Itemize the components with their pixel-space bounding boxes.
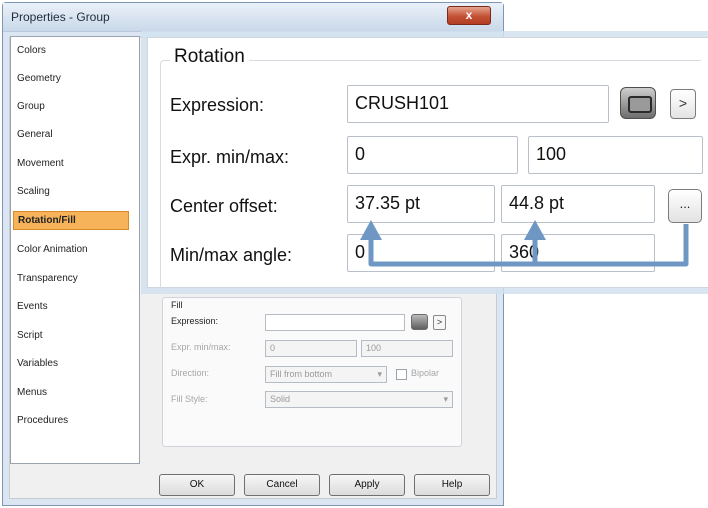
category-item-movement[interactable]: Movement xyxy=(17,158,64,169)
rotation-expression-input[interactable]: CRUSH101 xyxy=(347,85,609,123)
category-item-geometry[interactable]: Geometry xyxy=(17,73,61,84)
fill-style-value: Solid xyxy=(270,394,291,404)
chevron-down-icon: ▾ xyxy=(443,394,448,404)
angle-max-input[interactable]: 360 xyxy=(501,234,655,272)
fill-group: Fill Expression: > Expr. min/max: 0 100 … xyxy=(162,297,462,447)
fill-direction-value: Fill from bottom xyxy=(270,369,333,379)
center-offset-label: Center offset: xyxy=(170,196,278,216)
fill-expression-input[interactable] xyxy=(265,314,405,331)
category-item-menus[interactable]: Menus xyxy=(17,387,47,398)
expr-min-input[interactable]: 0 xyxy=(347,136,518,174)
expression-arrow-button[interactable]: > xyxy=(670,89,696,119)
fill-direction-label: Direction: xyxy=(171,368,210,378)
category-item-general[interactable]: General xyxy=(17,129,53,140)
center-offset-browse-button[interactable]: ... xyxy=(668,189,702,223)
fill-expression-arrow-button[interactable]: > xyxy=(433,315,446,330)
rotation-expression-label: Expression: xyxy=(170,95,265,115)
category-item-script[interactable]: Script xyxy=(17,330,43,341)
rotation-group-title: Rotation xyxy=(170,46,249,68)
fill-group-title: Fill xyxy=(171,300,183,310)
category-item-transparency[interactable]: Transparency xyxy=(17,273,78,284)
category-item-colors[interactable]: Colors xyxy=(17,45,46,56)
close-button[interactable]: x xyxy=(447,6,491,25)
center-offset-y-input[interactable]: 44.8 pt xyxy=(501,185,655,223)
rotation-zoom-panel: Rotation Expression: CRUSH101 > Expr. mi… xyxy=(147,37,708,289)
category-item-group[interactable]: Group xyxy=(17,101,45,112)
apply-button[interactable]: Apply xyxy=(329,474,405,496)
bipolar-label: Bipolar xyxy=(411,368,440,378)
ok-button[interactable]: OK xyxy=(159,474,235,496)
bipolar-checkbox[interactable] xyxy=(396,369,407,380)
category-item-variables[interactable]: Variables xyxy=(17,358,58,369)
angle-min-input[interactable]: 0 xyxy=(347,234,495,272)
fill-style-label: Fill Style: xyxy=(171,394,208,404)
fill-expression-label: Expression: xyxy=(171,316,219,326)
center-offset-x-input[interactable]: 37.35 pt xyxy=(347,185,495,223)
help-button[interactable]: Help xyxy=(414,474,490,496)
fill-expr-minmax-label: Expr. min/max: xyxy=(171,342,231,352)
fill-tag-browser-icon[interactable] xyxy=(411,314,428,330)
expr-max-input[interactable]: 100 xyxy=(528,136,703,174)
fill-expr-min-input[interactable]: 0 xyxy=(265,340,357,357)
tag-browser-icon[interactable] xyxy=(620,87,656,119)
expr-minmax-label: Expr. min/max: xyxy=(170,147,290,167)
category-item-procedures[interactable]: Procedures xyxy=(17,415,68,426)
title-bar: Properties - Group x xyxy=(3,3,503,32)
fill-expr-max-input[interactable]: 100 xyxy=(361,340,453,357)
category-item-color-animation[interactable]: Color Animation xyxy=(17,244,88,255)
category-list: Colors Geometry Group General Movement S… xyxy=(10,36,140,464)
minmax-angle-label: Min/max angle: xyxy=(170,245,293,265)
window-title: Properties - Group xyxy=(11,10,110,24)
chevron-down-icon: ▾ xyxy=(377,369,382,379)
fill-style-select[interactable]: Solid ▾ xyxy=(265,391,453,408)
cancel-button[interactable]: Cancel xyxy=(244,474,320,496)
fill-direction-select[interactable]: Fill from bottom ▾ xyxy=(265,366,387,383)
category-item-scaling[interactable]: Scaling xyxy=(17,186,50,197)
category-item-events[interactable]: Events xyxy=(17,301,48,312)
category-item-rotation-fill[interactable]: Rotation/Fill xyxy=(13,211,129,230)
